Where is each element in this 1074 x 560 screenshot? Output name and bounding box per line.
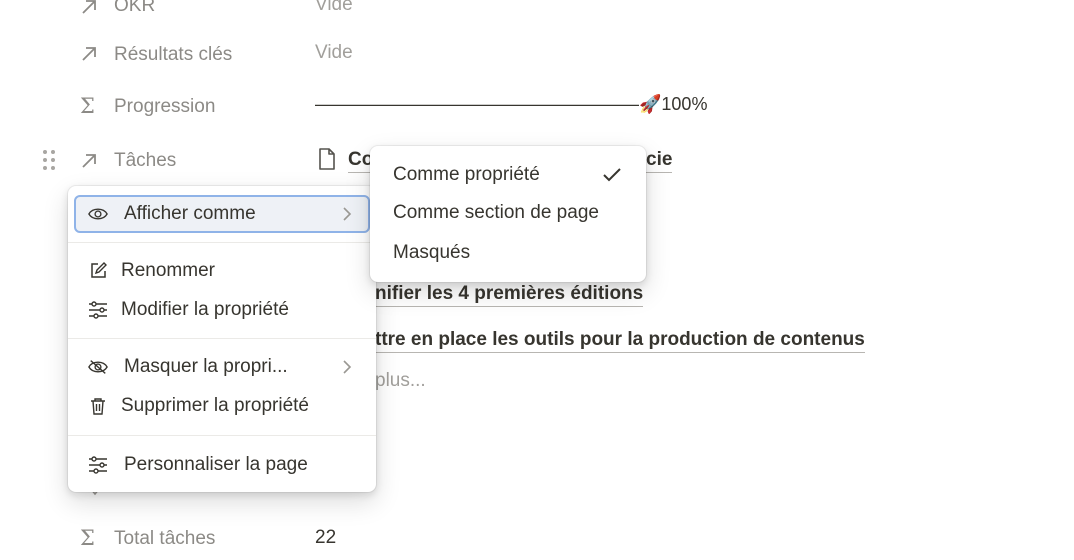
sigma-icon: Σ (80, 94, 95, 118)
display-as-submenu: Comme propriété Comme section de page Ma… (370, 146, 646, 282)
menu-item-label: Renommer (121, 260, 215, 281)
menu-item-label: Masquer la propri... (124, 356, 288, 377)
property-row-okr[interactable]: OKR Vide (0, 0, 1074, 26)
progress-value: ——————————————————🚀100% (315, 94, 708, 114)
drag-handle-icon[interactable] (42, 149, 56, 171)
menu-item-label: Supprimer la propriété (121, 395, 309, 416)
menu-item-label: Afficher comme (124, 203, 256, 224)
property-value[interactable]: Vide (315, 42, 353, 64)
arrow-up-right-icon (82, 0, 96, 14)
property-row-resultats-cles[interactable]: Résultats clés Vide (0, 36, 1074, 76)
property-name: Résultats clés (114, 44, 233, 65)
menu-item-renommer[interactable]: Renommer (74, 252, 370, 290)
sliders-icon (89, 301, 107, 319)
arrow-up-right-icon (82, 154, 96, 168)
sliders-icon (89, 456, 107, 474)
property-context-menu: Afficher comme Renommer Modifier la prop… (68, 186, 376, 492)
property-name: OKR (114, 0, 156, 16)
menu-item-label: Personnaliser la page (124, 454, 308, 475)
property-name: Total tâches (114, 528, 216, 549)
task-link[interactable]: ttre en place les outils pour la product… (375, 329, 865, 353)
show-more-link[interactable]: plus... (375, 370, 426, 392)
property-row-progression[interactable]: Σ Progression ——————————————————🚀100% (0, 88, 1074, 128)
chevron-right-icon (343, 360, 352, 374)
property-name: Tâches (114, 150, 177, 171)
submenu-item-masques[interactable]: Masqués (376, 234, 640, 272)
menu-item-label: Modifier la propriété (121, 299, 289, 320)
menu-item-afficher-comme[interactable]: Afficher comme (74, 195, 370, 233)
chevron-right-icon (343, 207, 352, 221)
submenu-item-label: Masqués (393, 242, 471, 263)
arrow-up-right-icon (82, 47, 96, 61)
submenu-item-comme-section[interactable]: Comme section de page (376, 194, 640, 232)
property-row-total-taches[interactable]: Σ Total tâches 22 (0, 520, 1074, 560)
task-link[interactable]: nifier les 4 premières éditions (375, 283, 644, 307)
submenu-item-label: Comme propriété (393, 164, 540, 185)
submenu-item-label: Comme section de page (393, 202, 599, 223)
menu-divider (68, 242, 376, 243)
eye-icon (88, 208, 108, 220)
property-name: Progression (114, 96, 216, 117)
property-value[interactable]: Vide (315, 0, 353, 16)
menu-divider (68, 435, 376, 436)
menu-item-modifier-propriete[interactable]: Modifier la propriété (74, 291, 370, 329)
menu-item-personnaliser-page[interactable]: Personnaliser la page (74, 446, 370, 484)
submenu-item-comme-propriete[interactable]: Comme propriété (376, 156, 640, 194)
menu-divider (68, 338, 376, 339)
menu-item-masquer-propriete[interactable]: Masquer la propri... (74, 348, 370, 386)
task-link-tail[interactable]: cie (646, 149, 673, 173)
trash-icon (91, 398, 105, 415)
menu-item-supprimer-propriete[interactable]: Supprimer la propriété (74, 387, 370, 425)
edit-icon (91, 262, 107, 278)
sigma-icon: Σ (80, 526, 95, 550)
checkmark-icon (603, 168, 621, 182)
eye-slash-icon (88, 360, 108, 374)
page-icon (319, 148, 335, 170)
